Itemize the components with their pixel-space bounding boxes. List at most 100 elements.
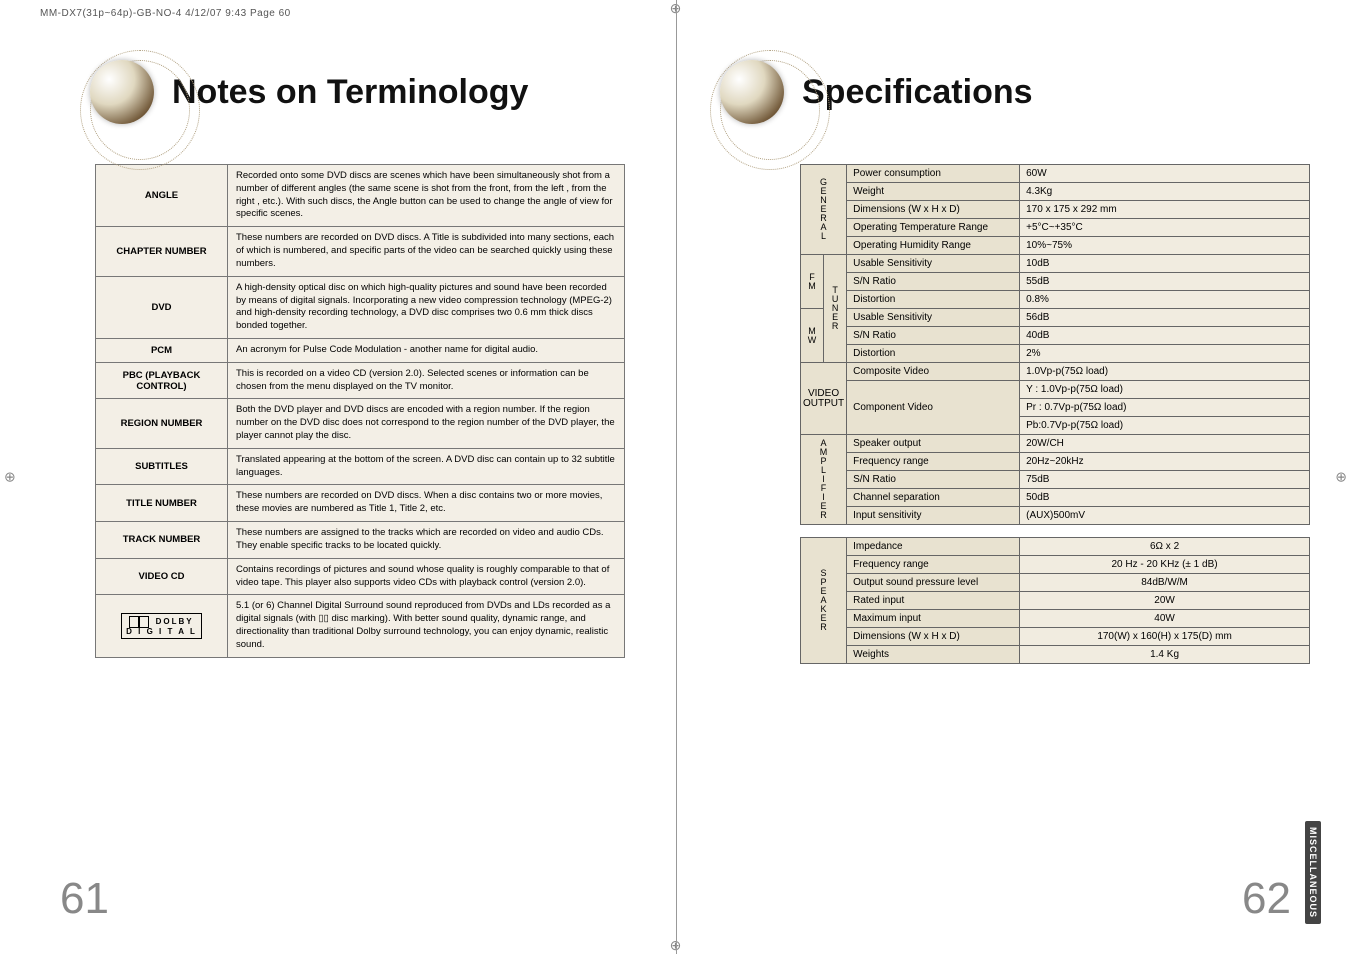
table-row: Channel separation50dB [801, 489, 1310, 507]
term-desc: 5.1 (or 6) Channel Digital Surround soun… [228, 595, 625, 657]
spec-key: Composite Video [847, 363, 1020, 381]
table-row: Distortion0.8% [801, 291, 1310, 309]
spec-value: Pb:0.7Vp-p(75Ω load) [1020, 417, 1310, 435]
table-row: VIDEO CDContains recordings of pictures … [96, 558, 625, 595]
table-row: ANGLERecorded onto some DVD discs are sc… [96, 165, 625, 227]
term-label: TITLE NUMBER [96, 485, 228, 522]
table-row: TRACK NUMBERThese numbers are assigned t… [96, 522, 625, 559]
table-row: Weight4.3Kg [801, 183, 1310, 201]
term-label: DVD [96, 276, 228, 338]
spec-key: Distortion [847, 291, 1020, 309]
table-row: Frequency range20 Hz - 20 KHz (± 1 dB) [801, 556, 1310, 574]
table-row: Weights1.4 Kg [801, 646, 1310, 664]
term-desc: These numbers are assigned to the tracks… [228, 522, 625, 559]
spec-key: Usable Sensitivity [847, 255, 1020, 273]
term-label: SUBTITLES [96, 448, 228, 485]
registration-mark-left: ⊕ [4, 469, 16, 486]
term-label: PBC (PLAYBACK CONTROL) [96, 362, 228, 399]
spec-value: 40dB [1020, 327, 1310, 345]
spec-value: 84dB/W/M [1020, 574, 1310, 592]
terminology-table: ANGLERecorded onto some DVD discs are sc… [95, 164, 625, 658]
table-row: Maximum input40W [801, 610, 1310, 628]
spec-key: Impedance [847, 538, 1020, 556]
subcategory-cell: FM [801, 255, 824, 309]
spec-value: 20 Hz - 20 KHz (± 1 dB) [1020, 556, 1310, 574]
spec-value: 2% [1020, 345, 1310, 363]
spec-value: 55dB [1020, 273, 1310, 291]
spec-key: Component Video [847, 381, 1020, 435]
spec-value: 20W/CH [1020, 435, 1310, 453]
spec-value: 6Ω x 2 [1020, 538, 1310, 556]
spec-value: 75dB [1020, 471, 1310, 489]
spec-value: Y : 1.0Vp-p(75Ω load) [1020, 381, 1310, 399]
spec-value: 1.4 Kg [1020, 646, 1310, 664]
spec-key: Maximum input [847, 610, 1020, 628]
table-row: Component VideoY : 1.0Vp-p(75Ω load) [801, 381, 1310, 399]
table-row: GENERALPower consumption60W [801, 165, 1310, 183]
spec-value: 20W [1020, 592, 1310, 610]
subcategory-cell: TUNER [824, 255, 847, 363]
spec-value: 170(W) x 160(H) x 175(D) mm [1020, 628, 1310, 646]
subcategory-cell: MW [801, 309, 824, 363]
table-row: S/N Ratio55dB [801, 273, 1310, 291]
table-row: Frequency range20Hz~20kHz [801, 453, 1310, 471]
table-row: Dimensions (W x H x D)170(W) x 160(H) x … [801, 628, 1310, 646]
table-row: DOLBYD I G I T A L 5.1 (or 6) Channel Dig… [96, 595, 625, 657]
term-label: TRACK NUMBER [96, 522, 228, 559]
spec-value: 60W [1020, 165, 1310, 183]
spec-key: S/N Ratio [847, 327, 1020, 345]
table-row: Output sound pressure level84dB/W/M [801, 574, 1310, 592]
table-row: AMPLIFIERSpeaker output20W/CH [801, 435, 1310, 453]
table-row: TITLE NUMBERThese numbers are recorded o… [96, 485, 625, 522]
spec-key: S/N Ratio [847, 273, 1020, 291]
table-row: DVDA high-density optical disc on which … [96, 276, 625, 338]
table-row: Distortion2% [801, 345, 1310, 363]
spec-value: 56dB [1020, 309, 1310, 327]
term-label: REGION NUMBER [96, 399, 228, 448]
spec-table: GENERALPower consumption60WWeight4.3KgDi… [800, 164, 1310, 664]
registration-mark-right: ⊕ [1335, 469, 1347, 486]
table-row: FMTUNERUsable Sensitivity10dB [801, 255, 1310, 273]
term-desc: This is recorded on a video CD (version … [228, 362, 625, 399]
title-bar: Specifications [720, 60, 1320, 124]
term-desc: An acronym for Pulse Code Modulation - a… [228, 338, 625, 362]
term-desc: Both the DVD player and DVD discs are en… [228, 399, 625, 448]
spec-key: Dimensions (W x H x D) [847, 201, 1020, 219]
term-label: DOLBYD I G I T A L [96, 595, 228, 657]
table-row: VIDEOOUTPUTComposite Video1.0Vp-p(75Ω lo… [801, 363, 1310, 381]
spec-value: Pr : 0.7Vp-p(75Ω load) [1020, 399, 1310, 417]
table-row: Input sensitivity(AUX)500mV [801, 507, 1310, 525]
orb-icon [720, 60, 784, 124]
spec-key: Distortion [847, 345, 1020, 363]
term-desc: Translated appearing at the bottom of th… [228, 448, 625, 485]
page-number-left: 61 [60, 874, 109, 924]
table-row: Rated input20W [801, 592, 1310, 610]
category-cell: SPEAKER [801, 538, 847, 664]
spec-value: 20Hz~20kHz [1020, 453, 1310, 471]
spec-value: 1.0Vp-p(75Ω load) [1020, 363, 1310, 381]
spec-value: 4.3Kg [1020, 183, 1310, 201]
spec-key: Operating Humidity Range [847, 237, 1020, 255]
table-row: PCMAn acronym for Pulse Code Modulation … [96, 338, 625, 362]
table-row: SPEAKERImpedance6Ω x 2 [801, 538, 1310, 556]
spec-key: Usable Sensitivity [847, 309, 1020, 327]
spec-value: 0.8% [1020, 291, 1310, 309]
spec-value: 50dB [1020, 489, 1310, 507]
spec-key: Dimensions (W x H x D) [847, 628, 1020, 646]
spec-value: 40W [1020, 610, 1310, 628]
spec-value: 10%~75% [1020, 237, 1310, 255]
term-label: CHAPTER NUMBER [96, 227, 228, 276]
spec-key: Frequency range [847, 453, 1020, 471]
spacer-row [801, 525, 1310, 538]
spec-value: (AUX)500mV [1020, 507, 1310, 525]
term-label: VIDEO CD [96, 558, 228, 595]
spec-key: Weight [847, 183, 1020, 201]
spec-key: Rated input [847, 592, 1020, 610]
table-row: CHAPTER NUMBERThese numbers are recorded… [96, 227, 625, 276]
term-desc: A high-density optical disc on which hig… [228, 276, 625, 338]
header-job-line: MM-DX7(31p~64p)-GB-NO-4 4/12/07 9:43 Pag… [40, 8, 291, 19]
spec-key: Channel separation [847, 489, 1020, 507]
dolby-digital-logo: DOLBYD I G I T A L [121, 613, 202, 639]
term-desc: These numbers are recorded on DVD discs.… [228, 227, 625, 276]
table-row: REGION NUMBERBoth the DVD player and DVD… [96, 399, 625, 448]
